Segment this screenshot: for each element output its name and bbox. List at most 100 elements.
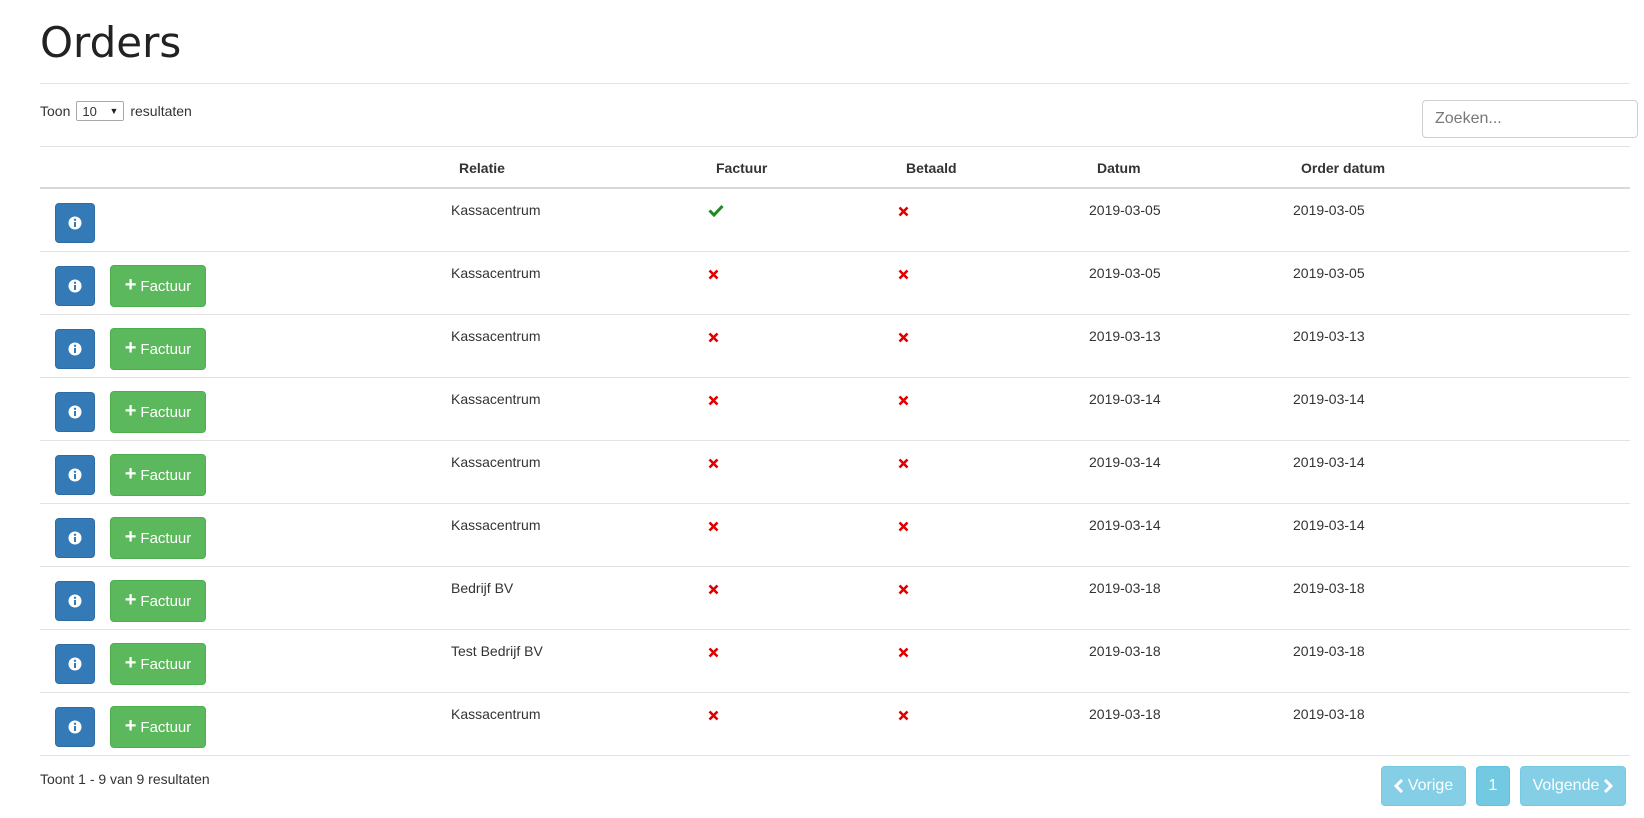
- cell-order-datum: 2019-03-18: [1293, 706, 1365, 722]
- table-row: Kassacentrum 2019-03-05 2019-03-05: [40, 189, 1630, 252]
- table-row: + Factuur Kassacentrum 2019-03-14 2019-03-14: [40, 504, 1630, 567]
- info-button[interactable]: [55, 581, 95, 621]
- add-factuur-label: Factuur: [140, 403, 192, 421]
- page-size-suffix: resultaten: [130, 103, 192, 119]
- table-header: Relatie Factuur Betaald Datum Order datu…: [40, 146, 1630, 189]
- cross-icon: [708, 519, 719, 535]
- table-row: + Factuur Kassacentrum 2019-03-18 2019-03-18: [40, 693, 1630, 756]
- cell-relatie: Kassacentrum: [451, 454, 541, 470]
- cell-order-datum: 2019-03-14: [1293, 454, 1365, 470]
- title-divider: [40, 83, 1630, 84]
- add-factuur-button[interactable]: + Factuur: [110, 328, 206, 370]
- add-factuur-label: Factuur: [140, 529, 192, 547]
- table-row: + Factuur Kassacentrum 2019-03-13 2019-03-13: [40, 315, 1630, 378]
- cell-order-datum: 2019-03-18: [1293, 643, 1365, 659]
- table-row: + Factuur Kassacentrum 2019-03-05 2019-03-05: [40, 252, 1630, 315]
- page-number: 1: [1488, 777, 1498, 794]
- info-button[interactable]: [55, 392, 95, 432]
- cross-icon: [708, 330, 719, 346]
- add-factuur-label: Factuur: [140, 718, 192, 736]
- table-row: + Factuur Kassacentrum 2019-03-14 2019-03-14: [40, 378, 1630, 441]
- info-button[interactable]: [55, 455, 95, 495]
- cell-order-datum: 2019-03-14: [1293, 517, 1365, 533]
- page-size-value: 10: [82, 103, 97, 119]
- table-row: + Factuur Test Bedrijf BV 2019-03-18 2019-03…: [40, 630, 1630, 693]
- info-button[interactable]: [55, 518, 95, 558]
- page-number-button[interactable]: 1: [1476, 766, 1510, 806]
- plus-icon: +: [124, 337, 137, 359]
- header-order-datum[interactable]: Order datum: [1301, 160, 1385, 176]
- cross-icon: [898, 456, 909, 472]
- add-factuur-label: Factuur: [140, 655, 192, 673]
- cell-order-datum: 2019-03-05: [1293, 202, 1365, 218]
- previous-page-button[interactable]: Vorige: [1381, 766, 1466, 806]
- plus-icon: +: [124, 715, 137, 737]
- cell-relatie: Kassacentrum: [451, 328, 541, 344]
- header-relatie[interactable]: Relatie: [459, 160, 505, 176]
- next-page-button[interactable]: Volgende: [1520, 766, 1626, 806]
- cell-relatie: Bedrijf BV: [451, 580, 514, 596]
- orders-table: Relatie Factuur Betaald Datum Order datu…: [40, 146, 1630, 756]
- cross-icon: [708, 582, 719, 598]
- plus-icon: +: [124, 463, 137, 485]
- check-icon: [708, 204, 724, 220]
- add-factuur-button[interactable]: + Factuur: [110, 643, 206, 685]
- add-factuur-button[interactable]: + Factuur: [110, 454, 206, 496]
- cross-icon: [898, 519, 909, 535]
- add-factuur-button[interactable]: + Factuur: [110, 391, 206, 433]
- cell-datum: 2019-03-05: [1089, 265, 1161, 281]
- add-factuur-label: Factuur: [140, 592, 192, 610]
- info-circle-icon: [68, 720, 82, 734]
- header-betaald[interactable]: Betaald: [906, 160, 957, 176]
- cross-icon: [898, 708, 909, 724]
- info-button[interactable]: [55, 644, 95, 684]
- cross-icon: [898, 582, 909, 598]
- cross-icon: [898, 204, 909, 220]
- cross-icon: [898, 330, 909, 346]
- add-factuur-button[interactable]: + Factuur: [110, 580, 206, 622]
- cell-order-datum: 2019-03-13: [1293, 328, 1365, 344]
- info-circle-icon: [68, 405, 82, 419]
- info-circle-icon: [68, 531, 82, 545]
- cell-datum: 2019-03-14: [1089, 454, 1161, 470]
- dropdown-caret-icon: ▼: [109, 106, 119, 116]
- add-factuur-label: Factuur: [140, 277, 192, 295]
- header-datum[interactable]: Datum: [1097, 160, 1141, 176]
- page-size-prefix: Toon: [40, 103, 71, 119]
- plus-icon: +: [124, 526, 137, 548]
- header-factuur[interactable]: Factuur: [716, 160, 767, 176]
- page-size-select[interactable]: 10 ▼: [76, 101, 125, 121]
- add-factuur-button[interactable]: + Factuur: [110, 706, 206, 748]
- cell-relatie: Kassacentrum: [451, 391, 541, 407]
- next-label: Volgende: [1532, 777, 1600, 794]
- add-factuur-button[interactable]: + Factuur: [110, 265, 206, 307]
- cell-datum: 2019-03-18: [1089, 580, 1161, 596]
- cell-relatie: Kassacentrum: [451, 517, 541, 533]
- info-button[interactable]: [55, 203, 95, 243]
- info-circle-icon: [68, 279, 82, 293]
- cell-datum: 2019-03-13: [1089, 328, 1161, 344]
- chevron-left-icon: [1393, 779, 1403, 793]
- info-circle-icon: [68, 657, 82, 671]
- info-button[interactable]: [55, 329, 95, 369]
- cell-datum: 2019-03-18: [1089, 706, 1161, 722]
- cell-order-datum: 2019-03-18: [1293, 580, 1365, 596]
- info-button[interactable]: [55, 707, 95, 747]
- search-input[interactable]: [1422, 100, 1638, 138]
- table-row: + Factuur Bedrijf BV 2019-03-18 2019-03-18: [40, 567, 1630, 630]
- cell-order-datum: 2019-03-14: [1293, 391, 1365, 407]
- cross-icon: [708, 708, 719, 724]
- cell-relatie: Kassacentrum: [451, 706, 541, 722]
- info-circle-icon: [68, 468, 82, 482]
- plus-icon: +: [124, 589, 137, 611]
- add-factuur-button[interactable]: + Factuur: [110, 517, 206, 559]
- cross-icon: [898, 267, 909, 283]
- orders-page: Orders Toon 10 ▼ resultaten Relatie Fact…: [0, 0, 1644, 818]
- info-circle-icon: [68, 594, 82, 608]
- cross-icon: [708, 393, 719, 409]
- plus-icon: +: [124, 274, 137, 296]
- cross-icon: [708, 456, 719, 472]
- cross-icon: [898, 645, 909, 661]
- table-body: Kassacentrum 2019-03-05 2019-03-05 + Factuur…: [40, 189, 1630, 756]
- info-button[interactable]: [55, 266, 95, 306]
